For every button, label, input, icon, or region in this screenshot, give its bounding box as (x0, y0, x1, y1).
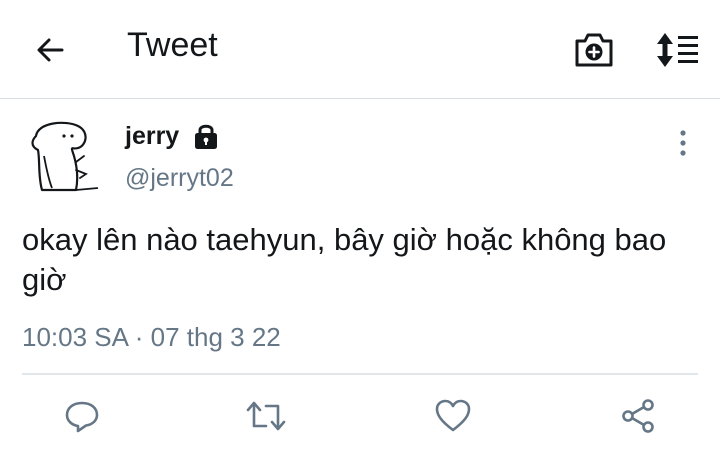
back-button[interactable] (30, 30, 70, 70)
top-app-bar: Tweet (0, 0, 720, 99)
reply-button[interactable] (60, 394, 104, 438)
tweet-timestamp: 10:03 SA · 07 thg 3 22 (22, 322, 281, 352)
more-options-button[interactable] (672, 128, 694, 158)
author-handle[interactable]: @jerryt02 (125, 164, 234, 193)
tweet-text: okay lên nào taehyun, bây giờ hoặc không… (22, 222, 667, 297)
divider (22, 373, 698, 375)
reply-icon (65, 401, 99, 433)
lock-icon (192, 122, 220, 150)
avatar-drawing-icon (31, 121, 99, 192)
camera-button[interactable] (573, 30, 615, 70)
sort-toggle-button[interactable] (653, 30, 701, 70)
page-title: Tweet (127, 26, 218, 64)
retweet-icon (246, 401, 286, 431)
share-icon (622, 399, 654, 433)
avatar[interactable] (20, 116, 102, 198)
retweet-button[interactable] (244, 394, 288, 438)
more-vertical-icon (680, 130, 686, 156)
camera-add-icon (575, 33, 613, 67)
like-icon (435, 399, 471, 432)
share-button[interactable] (616, 394, 660, 438)
back-arrow-icon (37, 38, 64, 62)
sort-toggle-icon (657, 33, 698, 67)
like-button[interactable] (431, 394, 475, 438)
author-name[interactable]: jerry (125, 122, 179, 151)
